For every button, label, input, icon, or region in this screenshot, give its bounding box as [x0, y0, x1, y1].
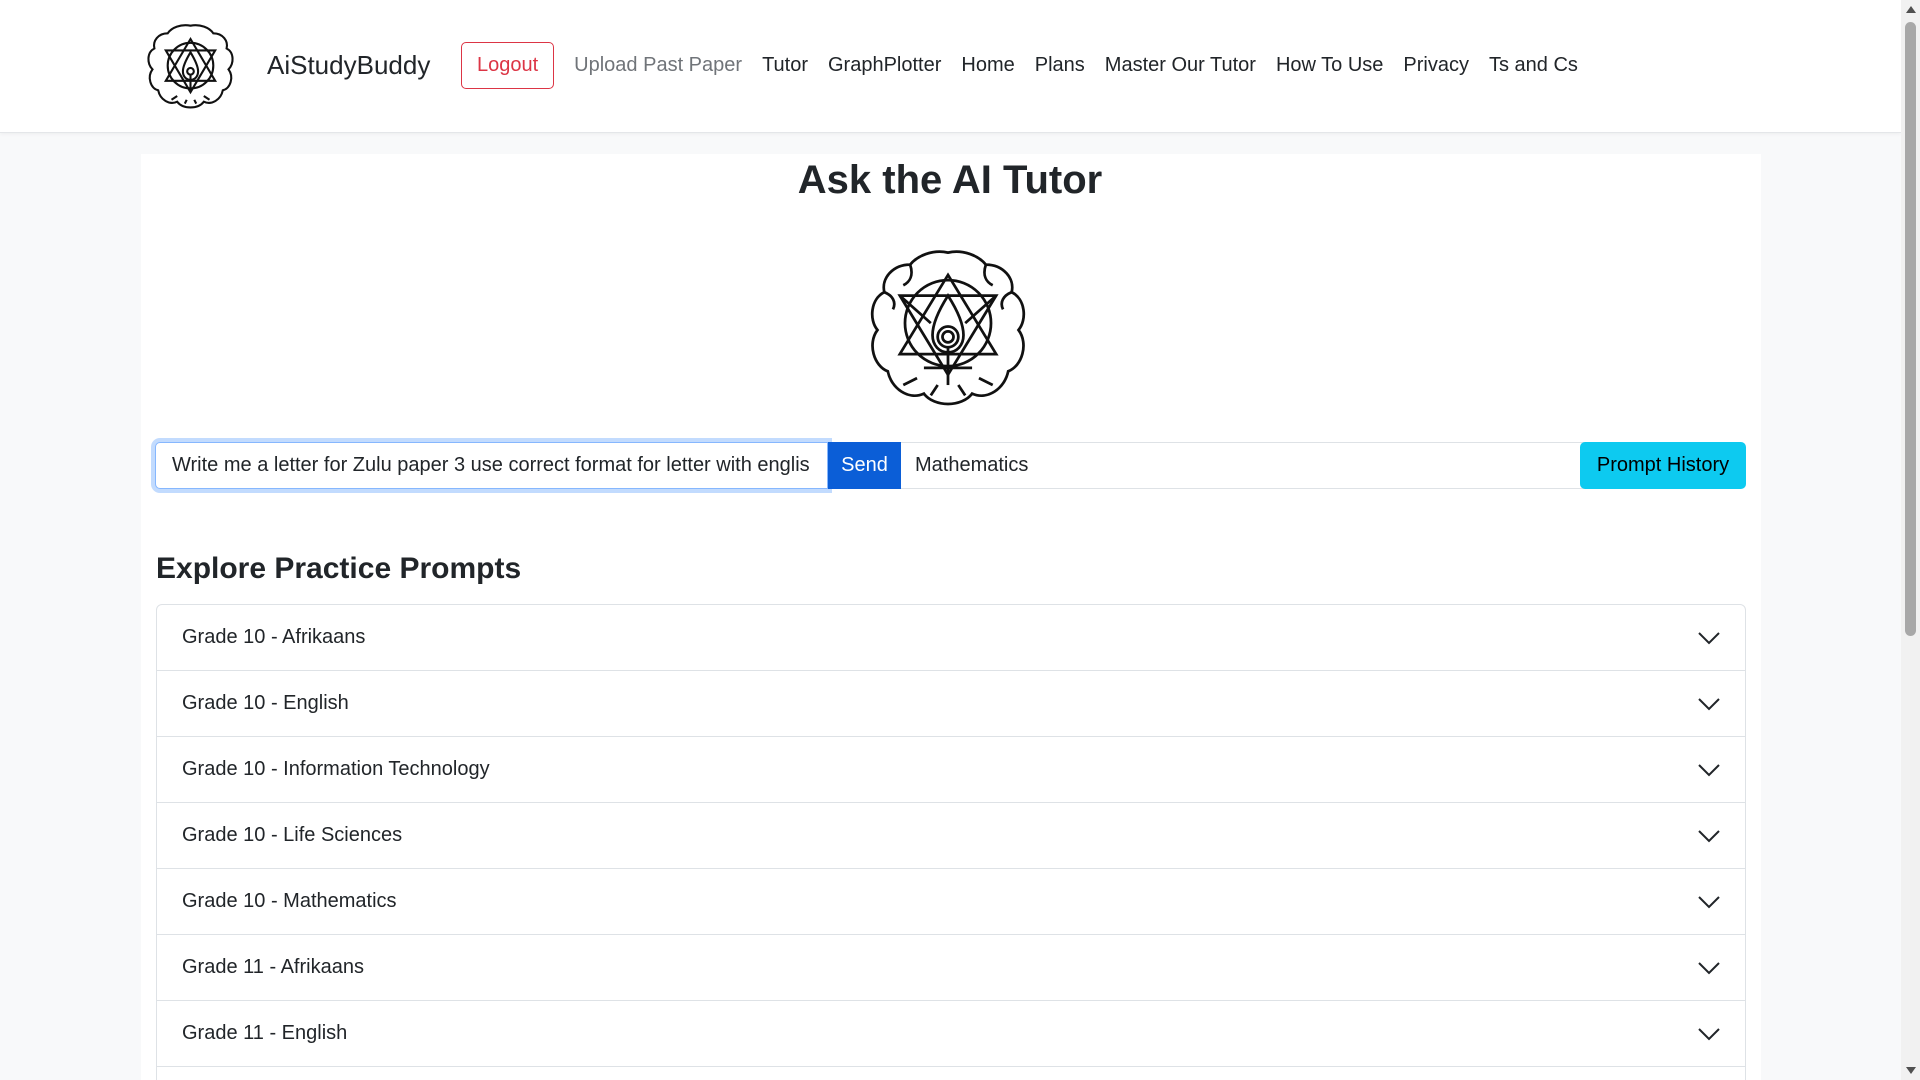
brand-logo-icon[interactable]: [143, 20, 238, 115]
accordion-item-grade10-afrikaans[interactable]: Grade 10 - Afrikaans: [157, 605, 1745, 671]
nav-link-tutor[interactable]: Tutor: [752, 54, 818, 77]
accordion-item-grade11-english[interactable]: Grade 11 - English: [157, 1001, 1745, 1067]
prompt-input[interactable]: [155, 442, 828, 489]
chevron-down-icon: [1697, 1022, 1721, 1046]
chevron-down-icon: [1697, 758, 1721, 782]
scroll-down-arrow-icon[interactable]: [1906, 1067, 1916, 1074]
logout-button[interactable]: Logout: [461, 41, 555, 89]
accordion-label: Grade 10 - Life Sciences: [182, 824, 403, 846]
page-scrollbar[interactable]: [1901, 0, 1920, 1080]
accordion-label: Grade 11 - English: [182, 1022, 348, 1044]
accordion-label: Grade 10 - Afrikaans: [182, 626, 366, 648]
brand-name[interactable]: AiStudyBuddy: [267, 50, 430, 81]
nav-link-how-to-use[interactable]: How To Use: [1266, 54, 1393, 77]
page-title: Ask the AI Tutor: [797, 158, 1103, 202]
accordion-item-grade10-information-technology[interactable]: Grade 10 - Information Technology: [157, 737, 1745, 803]
accordion-item-grade11-afrikaans[interactable]: Grade 11 - Afrikaans: [157, 935, 1745, 1001]
nav-link-graphplotter[interactable]: GraphPlotter: [818, 54, 951, 77]
accordion-label: Grade 10 - Mathematics: [182, 890, 397, 912]
nav-link-plans[interactable]: Plans: [1025, 54, 1095, 77]
scroll-thumb[interactable]: [1905, 22, 1916, 636]
scroll-up-arrow-icon[interactable]: [1906, 6, 1916, 13]
chevron-down-icon: [1697, 824, 1721, 848]
hero-logo-icon: [870, 250, 1026, 406]
nav-links: Logout Upload Past Paper Tutor GraphPlot…: [461, 41, 1588, 89]
accordion-item-grade10-english[interactable]: Grade 10 - English: [157, 671, 1745, 737]
nav-link-home[interactable]: Home: [951, 54, 1024, 77]
nav-link-upload-past-paper[interactable]: Upload Past Paper: [564, 54, 752, 77]
ask-row: Send Prompt History: [155, 442, 1746, 489]
accordion-label: Grade 10 - English: [182, 692, 349, 714]
top-navbar: AiStudyBuddy Logout Upload Past Paper Tu…: [0, 0, 1901, 133]
accordion-item-grade10-life-sciences[interactable]: Grade 10 - Life Sciences: [157, 803, 1745, 869]
accordion-label: Grade 11 - Afrikaans: [182, 956, 364, 978]
chevron-down-icon: [1697, 626, 1721, 650]
prompt-history-button[interactable]: Prompt History: [1580, 442, 1746, 489]
accordion-label: Grade 10 - Information Technology: [182, 758, 490, 780]
chevron-down-icon: [1697, 692, 1721, 716]
accordion-item-next[interactable]: [157, 1067, 1745, 1080]
nav-link-privacy[interactable]: Privacy: [1393, 54, 1479, 77]
accordion-item-grade10-mathematics[interactable]: Grade 10 - Mathematics: [157, 869, 1745, 935]
send-button[interactable]: Send: [828, 442, 901, 489]
practice-prompts-accordion: Grade 10 - Afrikaans Grade 10 - English …: [156, 604, 1746, 1080]
chevron-down-icon: [1697, 956, 1721, 980]
nav-link-master-our-tutor[interactable]: Master Our Tutor: [1095, 54, 1266, 77]
explore-title: Explore Practice Prompts: [156, 552, 522, 585]
nav-link-ts-and-cs[interactable]: Ts and Cs: [1479, 54, 1588, 77]
chevron-down-icon: [1697, 890, 1721, 914]
